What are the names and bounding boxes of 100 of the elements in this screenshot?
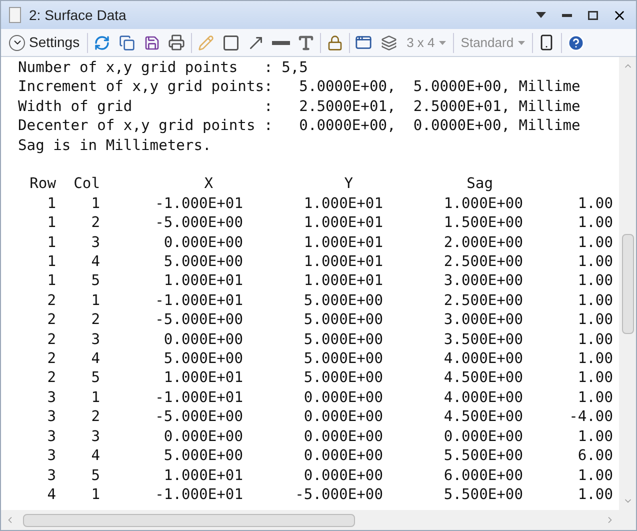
table-cell-text: 4	[46, 484, 56, 504]
table-cell-text: 0.000E+00	[302, 446, 383, 466]
print-icon	[168, 34, 186, 51]
table-cell-text: 5.500E+00	[442, 446, 523, 466]
table-cell-text: 5.000E+00	[162, 349, 243, 368]
copy-icon	[118, 34, 135, 50]
table-cell-text: -4.00	[568, 407, 613, 427]
table-cell-text: 3	[90, 232, 100, 252]
table-cell-text: 1.00	[576, 426, 613, 446]
caret-icon	[536, 12, 546, 18]
table-cell-text: 4.500E+00	[442, 368, 523, 388]
maximize-icon	[588, 10, 598, 20]
table-cell-text: 1.000E+01	[162, 271, 243, 291]
table-cell-text: 6.000E+00	[442, 466, 523, 485]
table-cell-text: 1.00	[576, 388, 613, 408]
table-cell-text: 1.000E+01	[162, 466, 243, 485]
table-cell-text: 3	[46, 426, 56, 446]
table-cell-text: 2	[46, 290, 56, 310]
layout-dropdown[interactable]: 3 x 4	[402, 32, 450, 52]
table-cell-text: 5.000E+00	[302, 290, 383, 310]
table-cell-text: 3	[46, 466, 56, 485]
table-cell-text: 2.000E+00	[442, 232, 523, 252]
table-cell-text: 1.000E+01	[302, 213, 383, 233]
table-cell-text: 4	[90, 349, 100, 368]
table-cell-text: 1.000E+00	[442, 194, 523, 214]
table-cell-text: 1.00	[576, 252, 613, 272]
table-cell-text: 1.00	[576, 330, 613, 350]
table-cell-text: 2	[90, 407, 100, 427]
table-cell-text: 4.000E+00	[442, 388, 523, 408]
table-cell-text: -1.000E+01	[154, 194, 243, 214]
table-cell-text: 5	[90, 466, 100, 485]
settings-button[interactable]: Settings	[5, 32, 84, 53]
table-cell-text: 1	[46, 271, 56, 291]
table-cell-text: 1.00	[576, 466, 613, 485]
table-cell-text: 5.000E+00	[302, 330, 383, 350]
table-cell-text: 1.000E+01	[302, 194, 383, 214]
table-cell-text: 1.000E+01	[162, 368, 243, 388]
report-line: Sag is in Millimeters.	[18, 136, 212, 156]
column-header: Col	[74, 174, 100, 194]
style-dropdown[interactable]: Standard	[456, 32, 529, 52]
refresh-icon	[94, 34, 110, 50]
table-cell-text: 5.000E+00	[162, 446, 243, 466]
horizontal-scrollbar[interactable]	[1, 510, 619, 530]
table-cell-text: 5.000E+00	[162, 252, 243, 272]
table-cell-text: 5	[90, 271, 100, 291]
table-cell-text: 1.00	[576, 194, 613, 214]
table-cell-text: 6.00	[576, 446, 613, 466]
window-icon	[355, 34, 372, 51]
table-cell-text: 4	[90, 446, 100, 466]
table-cell-text: -1.000E+01	[154, 290, 243, 310]
table-cell-text: 1	[46, 232, 56, 252]
table-cell-text: 1.00	[576, 310, 613, 330]
table-cell-text: 1	[90, 484, 100, 504]
text-icon	[296, 34, 315, 52]
table-cell-text: 0.000E+00	[442, 426, 523, 446]
caret-icon	[438, 40, 446, 44]
table-cell-text: 0.000E+00	[162, 426, 243, 446]
table-cell-text: -1.000E+01	[154, 388, 243, 408]
report-line: Width of grid : 2.5000E+01, 2.5000E+01, Millime	[18, 96, 580, 116]
report-line: Increment of x,y grid points: 5.0000E+00, 5.0000E+00, Millime	[18, 77, 580, 97]
table-cell-text: 1.00	[576, 368, 613, 388]
layers-icon	[380, 34, 397, 50]
minimize-icon	[562, 14, 572, 16]
report-line: Number of x,y grid points : 5,5	[18, 58, 308, 78]
column-header: X	[204, 174, 213, 194]
report-line: Decenter of x,y grid points : 0.0000E+00, 0.0000E+00, Millime	[18, 116, 580, 136]
table-cell-text: -5.000E+00	[154, 310, 243, 330]
table-cell-text: 4.000E+00	[442, 349, 523, 368]
column-header: Y	[344, 174, 353, 194]
table-cell-text: 2	[90, 310, 100, 330]
table-cell-text: 3	[90, 426, 100, 446]
table-cell-text: 1.500E+00	[442, 213, 523, 233]
vertical-scrollbar[interactable]	[619, 57, 636, 510]
table-cell-text: 2	[46, 368, 56, 388]
caret-icon	[518, 40, 525, 44]
table-cell-text: 2.500E+00	[442, 290, 523, 310]
table-cell-text: 3	[46, 407, 56, 427]
table-cell-text: 5.000E+00	[302, 349, 383, 368]
table-cell-text: 2	[46, 349, 56, 368]
table-cell-text: 1	[90, 290, 100, 310]
column-header: Row	[30, 174, 56, 194]
table-cell-text: 2.500E+00	[442, 252, 523, 272]
pencil-icon	[198, 34, 214, 50]
column-header: Sag	[466, 174, 493, 194]
scrollbar-thumb[interactable]	[23, 514, 355, 526]
rectangle-icon	[222, 34, 240, 52]
scrollbar-thumb[interactable]	[622, 234, 634, 334]
save-icon	[144, 34, 160, 50]
table-cell-text: 1.000E+01	[302, 252, 383, 272]
table-cell-text: 2	[46, 330, 56, 350]
help-icon	[566, 34, 585, 52]
table-cell-text: 0.000E+00	[162, 232, 243, 252]
table-cell-text: 1	[46, 252, 56, 272]
table-cell-text: 1.00	[576, 349, 613, 368]
table-cell-text: 1.00	[576, 290, 613, 310]
table-cell-text: -5.000E+00	[294, 484, 383, 504]
table-cell-text: 3	[90, 330, 100, 350]
table-cell-text: 5.000E+00	[302, 368, 383, 388]
table-cell-text: 5.500E+00	[442, 484, 523, 504]
table-cell-text: 1.00	[576, 271, 613, 291]
